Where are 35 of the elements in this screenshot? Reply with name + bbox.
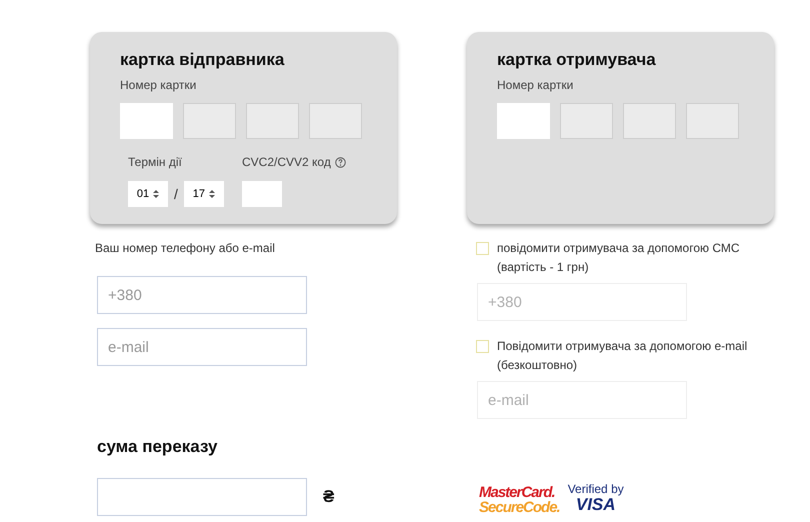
notify-option-note: (вартість - 1 грн) xyxy=(497,259,590,276)
card-number-field[interactable] xyxy=(183,103,236,139)
notify-option-note: (безкоштовно) xyxy=(497,357,578,374)
amount-title: сума переказу xyxy=(97,436,218,458)
card-number-field[interactable] xyxy=(623,103,676,139)
verified-by-visa-logo: Verified by VISA xyxy=(568,483,624,513)
notify-option-label: Повідомити отримувача за допомогою e-mail xyxy=(497,338,748,355)
year-select[interactable]: 17 xyxy=(184,181,224,207)
contact-label: Ваш номер телефону або e-mail xyxy=(95,240,276,257)
card-number-label: Номер картки xyxy=(120,77,198,94)
caret-icon xyxy=(209,189,216,199)
mastercard-securecode-logo: MasterCard. SecureCode. xyxy=(479,485,560,515)
caret-icon xyxy=(153,189,160,199)
month-select[interactable]: 01 xyxy=(128,181,168,207)
checkbox[interactable] xyxy=(476,340,489,353)
recipient-contact-field[interactable]: +380 xyxy=(477,283,687,321)
date-separator: / xyxy=(174,184,178,204)
expiry-label: Термін дії xyxy=(128,154,183,171)
card-number-field[interactable] xyxy=(560,103,613,139)
contact-field[interactable]: +380 xyxy=(97,276,307,314)
contact-field[interactable]: e-mail xyxy=(97,328,307,366)
card-number-field[interactable] xyxy=(309,103,362,139)
help-icon[interactable] xyxy=(334,156,346,168)
amount-field[interactable] xyxy=(97,478,307,516)
notify-option-label: повідомити отримувача за допомогою СМС xyxy=(497,240,740,257)
cvc-label: CVC2/CVV2 код xyxy=(242,154,331,171)
card-number-label: Номер картки xyxy=(497,77,574,94)
card-number-field[interactable] xyxy=(246,103,299,139)
checkbox[interactable] xyxy=(476,242,489,255)
recipient-contact-field[interactable]: e-mail xyxy=(477,381,687,419)
card-title: картка відправника xyxy=(120,50,286,70)
cvc-field[interactable] xyxy=(242,181,282,207)
currency-sign: ₴ xyxy=(323,486,334,508)
card-title: картка отримувача xyxy=(497,50,657,70)
card-number-field[interactable] xyxy=(686,103,739,139)
